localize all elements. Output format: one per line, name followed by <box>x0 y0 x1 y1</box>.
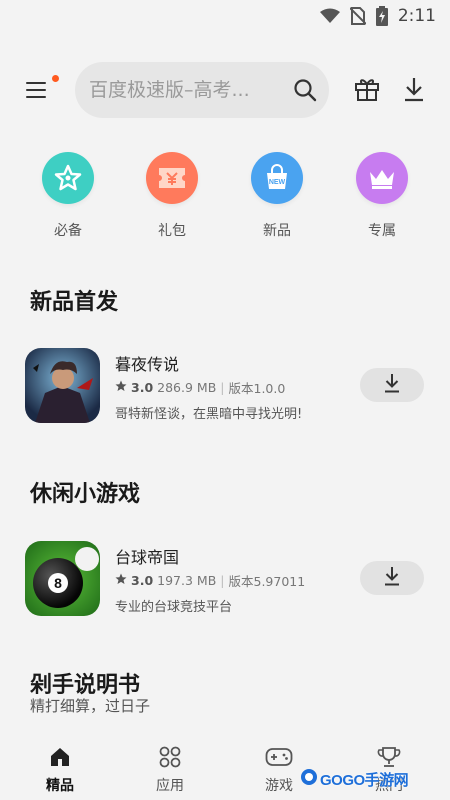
star-icon <box>115 380 127 395</box>
category-new[interactable]: NEW 新品 <box>237 152 317 240</box>
category-essentials[interactable]: 必备 <box>28 152 108 240</box>
watermark-text: GOGO手游网 <box>320 771 409 789</box>
category-gift-pack[interactable]: 礼包 <box>132 152 212 240</box>
category-exclusive[interactable]: 专属 <box>342 152 422 240</box>
svg-text:8: 8 <box>54 575 62 591</box>
menu-icon <box>26 82 46 84</box>
star-icon <box>42 152 94 204</box>
top-bar <box>0 62 450 118</box>
download-icon <box>383 566 401 590</box>
meta-divider: | <box>220 380 225 395</box>
svg-text:NEW: NEW <box>269 179 286 186</box>
app-version: 版本5.97011 <box>228 574 306 589</box>
app-description: 专业的台球竞技平台 <box>115 600 233 615</box>
app-rating: 3.0 <box>131 380 154 395</box>
search-input[interactable] <box>89 79 291 101</box>
notification-dot <box>52 75 59 82</box>
menu-button[interactable] <box>24 75 59 104</box>
no-sim-icon <box>349 7 366 25</box>
meta-divider: | <box>220 573 225 588</box>
app-rating: 3.0 <box>131 573 154 588</box>
new-bag-icon: NEW <box>251 152 303 204</box>
app-name: 台球帝国 <box>115 548 180 567</box>
category-row: 必备 礼包 NEW 新品 专属 <box>0 152 450 242</box>
download-icon <box>383 373 401 397</box>
download-button[interactable] <box>360 368 424 402</box>
watermark-logo: GOGO手游网 <box>300 766 410 792</box>
section-title-new-release: 新品首发 <box>30 290 119 315</box>
home-icon <box>25 744 95 770</box>
nav-tab-apps[interactable]: 应用 <box>135 744 205 795</box>
app-description: 哥特新怪谈，在黑暗中寻找光明! <box>115 407 303 422</box>
battery-charging-icon <box>375 6 388 26</box>
status-time: 2:11 <box>397 6 436 26</box>
app-meta: 3.0 286.9 MB | 版本1.0.0 <box>115 378 285 397</box>
app-item-twilight-legend[interactable]: 暮夜传说 3.0 286.9 MB | 版本1.0.0 哥特新怪谈，在黑暗中寻找… <box>0 348 450 428</box>
wifi-icon <box>319 8 340 24</box>
nav-tab-featured[interactable]: 精品 <box>25 744 95 795</box>
star-icon <box>115 573 127 588</box>
app-size: 286.9 MB <box>157 380 217 395</box>
section-subtitle: 精打细算，过日子 <box>30 697 151 715</box>
section-title-casual-games: 休闲小游戏 <box>30 482 141 507</box>
app-icon-twilight-legend <box>25 348 100 423</box>
search-bar[interactable] <box>75 62 329 118</box>
crown-icon <box>356 152 408 204</box>
apps-grid-icon <box>135 744 205 770</box>
gift-icon <box>354 79 380 106</box>
ticket-icon <box>146 152 198 204</box>
watermark-icon <box>300 768 318 790</box>
download-button[interactable] <box>360 561 424 595</box>
search-icon[interactable] <box>291 76 319 104</box>
gift-button[interactable] <box>354 76 382 104</box>
download-manager-button[interactable] <box>402 76 428 104</box>
app-meta: 3.0 197.3 MB | 版本5.97011 <box>115 571 305 590</box>
app-name: 暮夜传说 <box>115 355 180 374</box>
app-item-billiards-empire[interactable]: 8 台球帝国 3.0 197.3 MB | 版本5.97011 专业的台球竞技平… <box>0 541 450 621</box>
app-size: 197.3 MB <box>157 573 217 588</box>
status-bar: 2:11 <box>0 0 450 32</box>
download-icon <box>402 78 426 106</box>
app-icon-billiards-empire: 8 <box>25 541 100 616</box>
app-version: 版本1.0.0 <box>228 381 286 396</box>
